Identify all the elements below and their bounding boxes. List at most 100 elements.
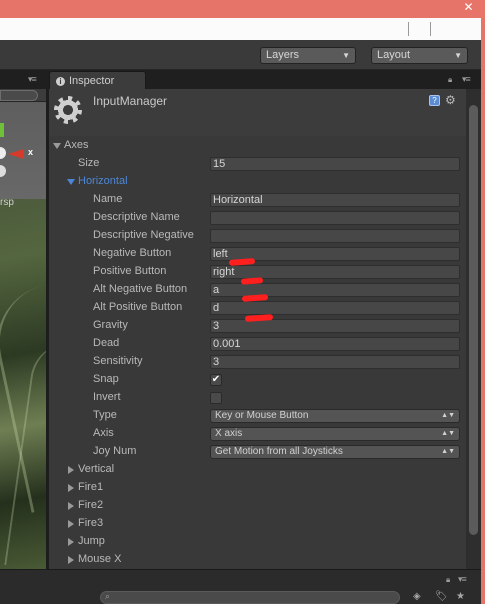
field-label: Dead: [93, 337, 120, 349]
size-label: Size: [78, 157, 100, 169]
project-search-input[interactable]: ⌕: [100, 591, 400, 604]
updown-arrows-icon: ▲▼: [441, 448, 455, 455]
field-row-dead: Dead 0.001: [49, 335, 467, 353]
window-titlebar: ✕: [0, 0, 485, 18]
layout-dropdown[interactable]: Layout ▼: [371, 47, 468, 64]
inspector-menu-icon[interactable]: ▾≡: [462, 74, 471, 85]
axis-select-value: X axis: [215, 428, 243, 439]
foldout-collapsed-icon: [68, 538, 74, 546]
scene-panel-menu-icon[interactable]: ▾≡: [28, 74, 37, 85]
field-label: Alt Negative Button: [93, 283, 188, 295]
foldout-collapsed-icon: [68, 556, 74, 564]
axis-foldout-label: Jump: [78, 535, 105, 547]
field-label: Negative Button: [93, 247, 172, 259]
invert-label: Invert: [93, 391, 121, 403]
strip-divider: [430, 22, 431, 36]
axis-foldout-mouse-x[interactable]: Mouse X: [49, 551, 467, 569]
name-field[interactable]: Horizontal: [210, 193, 460, 207]
favorite-star-icon[interactable]: ★: [456, 591, 465, 602]
scene-view[interactable]: x rsp: [0, 89, 46, 569]
inspector-scrollbar[interactable]: [466, 89, 481, 569]
axis-foldout-label: Fire3: [78, 517, 104, 529]
input-manager-gear-icon: [54, 96, 82, 124]
dropdown-arrow-icon: ▼: [454, 51, 462, 60]
dropdown-arrow-icon: ▼: [342, 51, 350, 60]
filter-by-label-icon[interactable]: 🏷︎: [435, 591, 448, 602]
axes-label: Axes: [64, 139, 89, 151]
foldout-expanded-icon: [53, 143, 61, 149]
panel-menu-icon[interactable]: ▾≡: [458, 574, 467, 585]
field-row-name: Name Horizontal: [49, 191, 467, 209]
gizmo-x-axis-icon[interactable]: [8, 149, 24, 159]
axis-foldout-label: Vertical: [78, 463, 115, 475]
tab-inspector[interactable]: i Inspector: [49, 71, 146, 90]
type-label: Type: [93, 409, 117, 421]
settings-gear-icon[interactable]: ⚙: [445, 93, 456, 107]
field-label: Gravity: [93, 319, 128, 331]
size-field[interactable]: 15: [210, 157, 460, 171]
size-row: Size 15: [49, 155, 467, 173]
checkmark-icon: ✔: [211, 374, 221, 385]
foldout-collapsed-icon: [68, 502, 74, 510]
scrollbar-thumb[interactable]: [469, 105, 478, 535]
type-select[interactable]: Key or Mouse Button ▲▼: [210, 409, 460, 423]
search-icon: ⌕: [105, 591, 111, 601]
updown-arrows-icon: ▲▼: [441, 430, 455, 437]
axis-foldout-fire1[interactable]: Fire1: [49, 479, 467, 497]
axis-select[interactable]: X axis ▲▼: [210, 427, 460, 441]
field-row-joy-num: Joy Num Get Motion from all Joysticks ▲▼: [49, 443, 467, 461]
layers-dropdown[interactable]: Layers ▼: [260, 47, 356, 64]
axis-foldout-fire3[interactable]: Fire3: [49, 515, 467, 533]
positive-button-field[interactable]: right: [210, 265, 460, 279]
foldout-expanded-icon: [67, 179, 75, 185]
axis-foldout-label: Fire2: [78, 499, 104, 511]
window-close-icon[interactable]: ✕: [452, 0, 485, 14]
joy-num-select-value: Get Motion from all Joysticks: [215, 446, 343, 457]
axis-foldout-fire2[interactable]: Fire2: [49, 497, 467, 515]
field-row-negative-button: Negative Button left: [49, 245, 467, 263]
inspector-title: InputManager: [93, 94, 168, 108]
invert-checkbox[interactable]: [210, 392, 222, 404]
sensitivity-field[interactable]: 3: [210, 355, 460, 369]
layers-dropdown-label: Layers: [266, 49, 300, 61]
field-row-snap: Snap ✔: [49, 371, 467, 389]
lock-icon[interactable]: 🔒︎: [446, 575, 450, 585]
perspective-label[interactable]: rsp: [0, 197, 14, 208]
field-row-descriptive-negative: Descriptive Negative: [49, 227, 467, 245]
lock-icon[interactable]: 🔒︎: [448, 75, 456, 84]
horizontal-foldout[interactable]: Horizontal: [49, 173, 467, 191]
alt-positive-button-field[interactable]: d: [210, 301, 460, 315]
axes-foldout[interactable]: Axes: [49, 137, 467, 155]
help-book-icon[interactable]: ?: [429, 95, 440, 106]
axis-foldout-label: Mouse X: [78, 553, 122, 565]
snap-checkbox[interactable]: ✔: [210, 374, 222, 386]
joy-num-label: Joy Num: [93, 445, 137, 457]
horizontal-label: Horizontal: [78, 175, 128, 187]
foldout-collapsed-icon: [68, 484, 74, 492]
descriptive-name-field[interactable]: [210, 211, 460, 225]
field-row-axis: Axis X axis ▲▼: [49, 425, 467, 443]
info-icon: i: [56, 76, 65, 86]
dead-field[interactable]: 0.001: [210, 337, 460, 351]
field-row-invert: Invert: [49, 389, 467, 407]
field-label: Sensitivity: [93, 355, 143, 367]
updown-arrows-icon: ▲▼: [441, 412, 455, 419]
window-menu-strip: [0, 18, 485, 40]
layout-dropdown-label: Layout: [377, 49, 411, 61]
field-label: Descriptive Negative: [93, 229, 194, 241]
strip-divider: [408, 22, 409, 36]
field-row-type: Type Key or Mouse Button ▲▼: [49, 407, 467, 425]
project-panel-bar: 🔒︎ ▾≡ ⌕ ◈ 🏷︎ ★: [0, 569, 481, 604]
type-select-value: Key or Mouse Button: [215, 410, 309, 421]
axis-foldout-jump[interactable]: Jump: [49, 533, 467, 551]
foldout-collapsed-icon: [68, 466, 74, 474]
gizmo-y-axis-icon[interactable]: [0, 123, 4, 137]
joy-num-select[interactable]: Get Motion from all Joysticks ▲▼: [210, 445, 460, 459]
scene-search-input[interactable]: [0, 90, 38, 101]
filter-by-type-icon[interactable]: ◈: [413, 591, 421, 602]
axis-foldout-vertical[interactable]: Vertical: [49, 461, 467, 479]
tab-inspector-label: Inspector: [69, 74, 115, 87]
foldout-collapsed-icon: [68, 520, 74, 528]
descriptive-negative-field[interactable]: [210, 229, 460, 243]
window-frame-edge: [481, 18, 485, 604]
